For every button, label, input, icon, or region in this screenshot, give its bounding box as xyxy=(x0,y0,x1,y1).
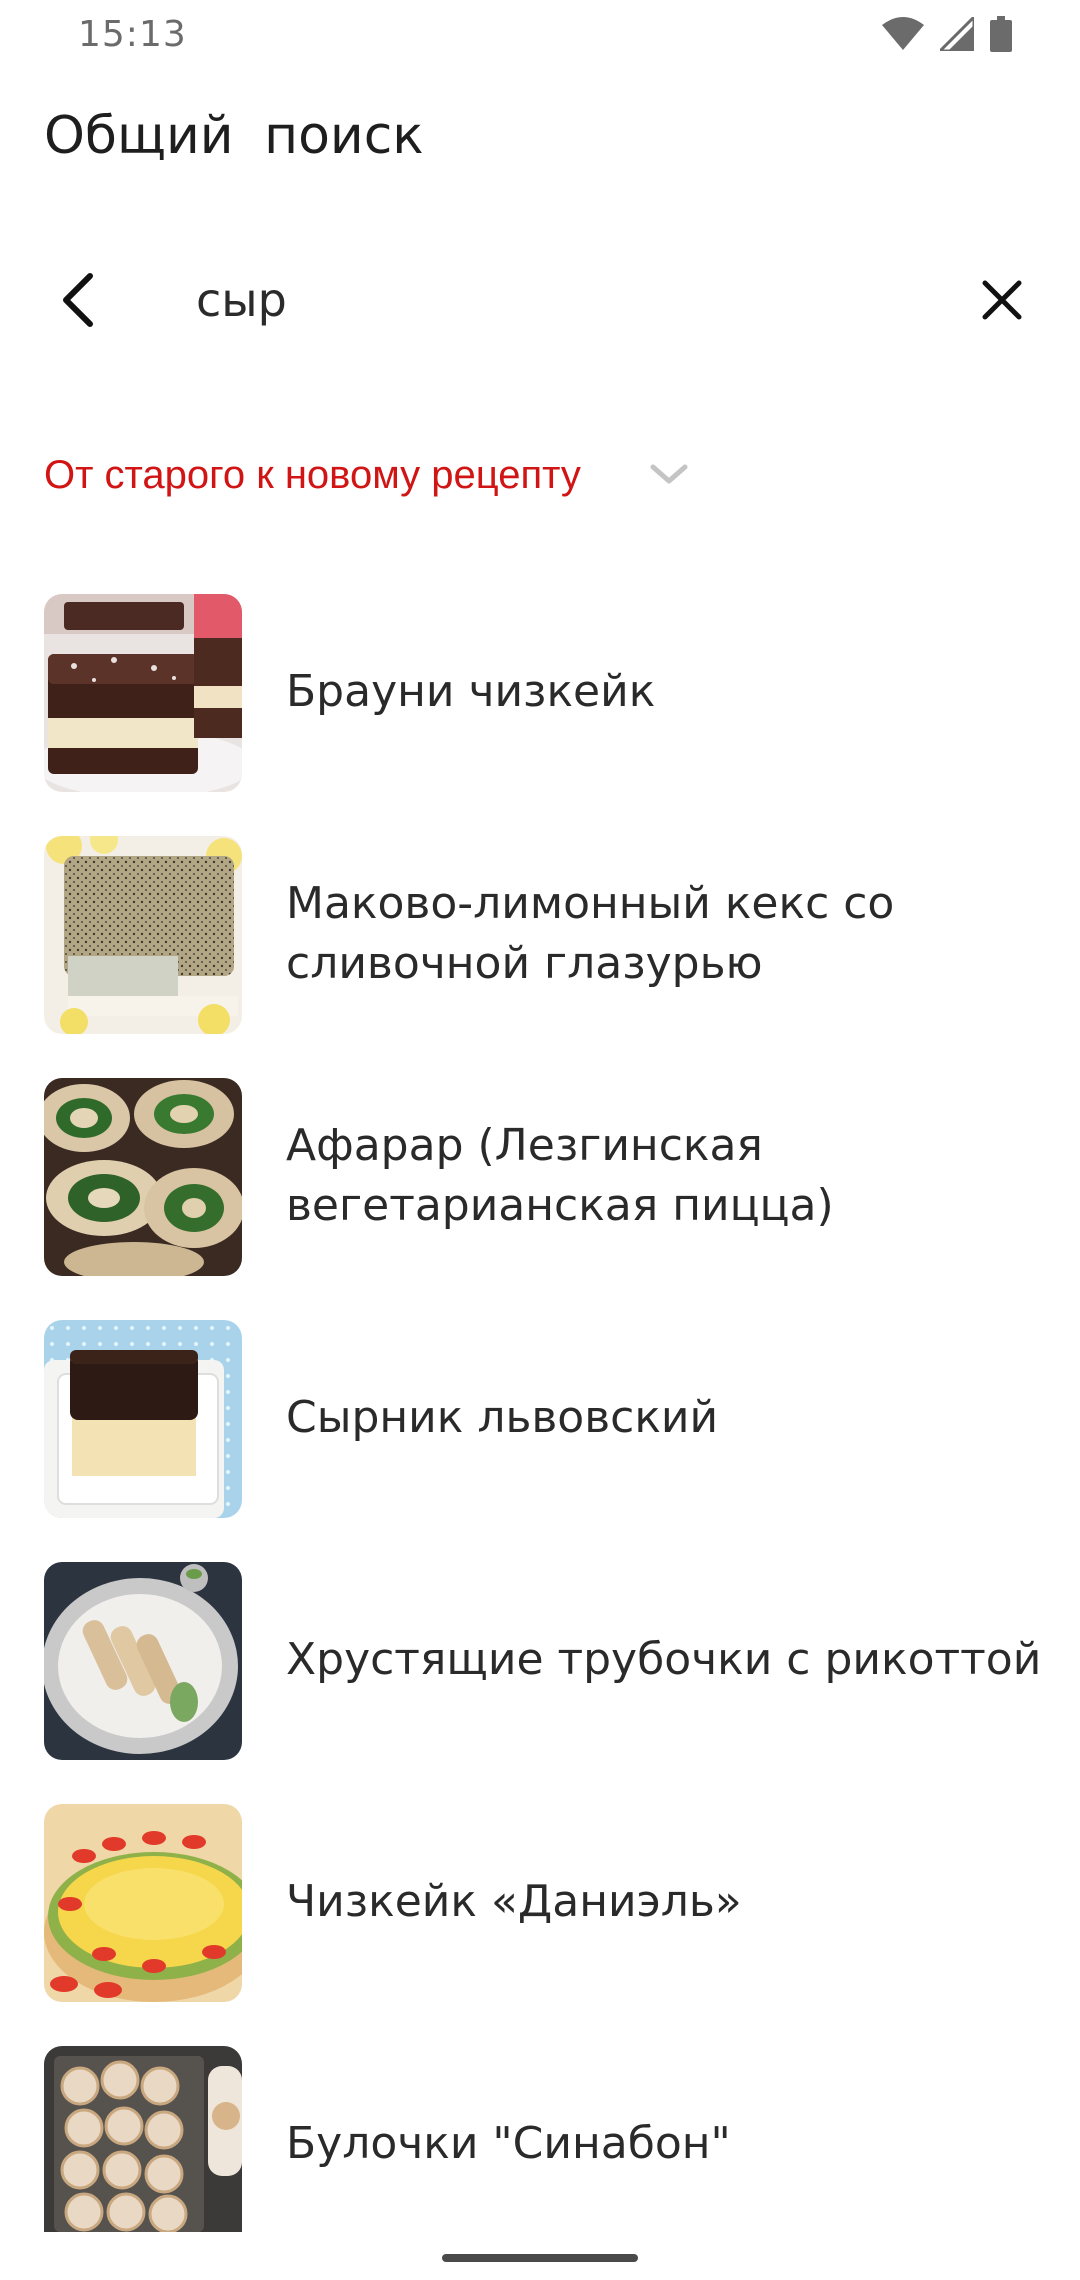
recipe-item-ricotta-rolls[interactable]: Хрустящие трубочки с рикоттой xyxy=(0,1560,1080,1760)
recipe-title: Хрустящие трубочки с рикоттой xyxy=(286,1634,1042,1685)
recipe-item-lviv-cheesecake[interactable]: Сырник львовский xyxy=(0,1318,1080,1518)
recipe-title: Афарар (Лезгинская вегетарианская пицца) xyxy=(286,1120,834,1231)
recipe-item-afarar[interactable]: Афарар (Лезгинская вегетарианская пицца) xyxy=(0,1076,1080,1276)
chevron-down-icon xyxy=(649,463,689,487)
wifi-icon xyxy=(882,17,924,51)
recipe-list: Брауни чизкейк Маково-лимонный кекс со с… xyxy=(0,592,1080,2232)
lviv-cheesecake-image xyxy=(44,1320,242,1518)
page-title: Общий поиск xyxy=(44,106,424,166)
daniel-cheesecake-image xyxy=(44,1804,242,2002)
clear-search-button[interactable] xyxy=(970,268,1034,332)
poppy-lemon-cake-image xyxy=(44,836,242,1034)
recipe-item-daniel-cheesecake[interactable]: Чизкейк «Даниэль» xyxy=(0,1802,1080,2002)
search-bar xyxy=(0,250,1080,350)
status-icons xyxy=(882,16,1012,52)
brownie-cheesecake-image xyxy=(44,594,242,792)
recipe-title: Сырник львовский xyxy=(286,1392,719,1443)
recipe-title: Маково-лимонный кекс со сливочной глазур… xyxy=(286,878,895,989)
screen: 15:13 Общий поиск сыр От старого к новом… xyxy=(0,0,1080,2280)
close-icon xyxy=(982,280,1022,320)
search-input[interactable] xyxy=(196,268,936,332)
signal-icon xyxy=(940,17,974,51)
battery-icon xyxy=(990,16,1012,52)
status-time: 15:13 xyxy=(78,14,187,55)
recipe-item-brownie-cheesecake[interactable]: Брауни чизкейк xyxy=(0,592,1080,792)
afarar-rolls-image xyxy=(44,1078,242,1276)
ricotta-rolls-image xyxy=(44,1562,242,1760)
sort-dropdown[interactable]: От старого к новому рецепту xyxy=(44,440,689,510)
status-bar: 15:13 xyxy=(0,0,1080,70)
back-button[interactable] xyxy=(46,268,110,332)
recipe-title: Булочки "Синабон" xyxy=(286,2118,731,2169)
recipe-item-cinnabon-buns[interactable]: Булочки "Синабон" xyxy=(0,2044,1080,2232)
gesture-nav-handle[interactable] xyxy=(442,2254,638,2262)
recipe-item-poppy-lemon-cake[interactable]: Маково-лимонный кекс со сливочной глазур… xyxy=(0,834,1080,1034)
recipe-title: Чизкейк «Даниэль» xyxy=(286,1876,742,1927)
recipe-title: Брауни чизкейк xyxy=(286,666,656,717)
cinnabon-buns-image xyxy=(44,2046,242,2232)
sort-label: От старого к новому рецепту xyxy=(44,452,581,497)
back-arrow-icon xyxy=(63,273,93,327)
